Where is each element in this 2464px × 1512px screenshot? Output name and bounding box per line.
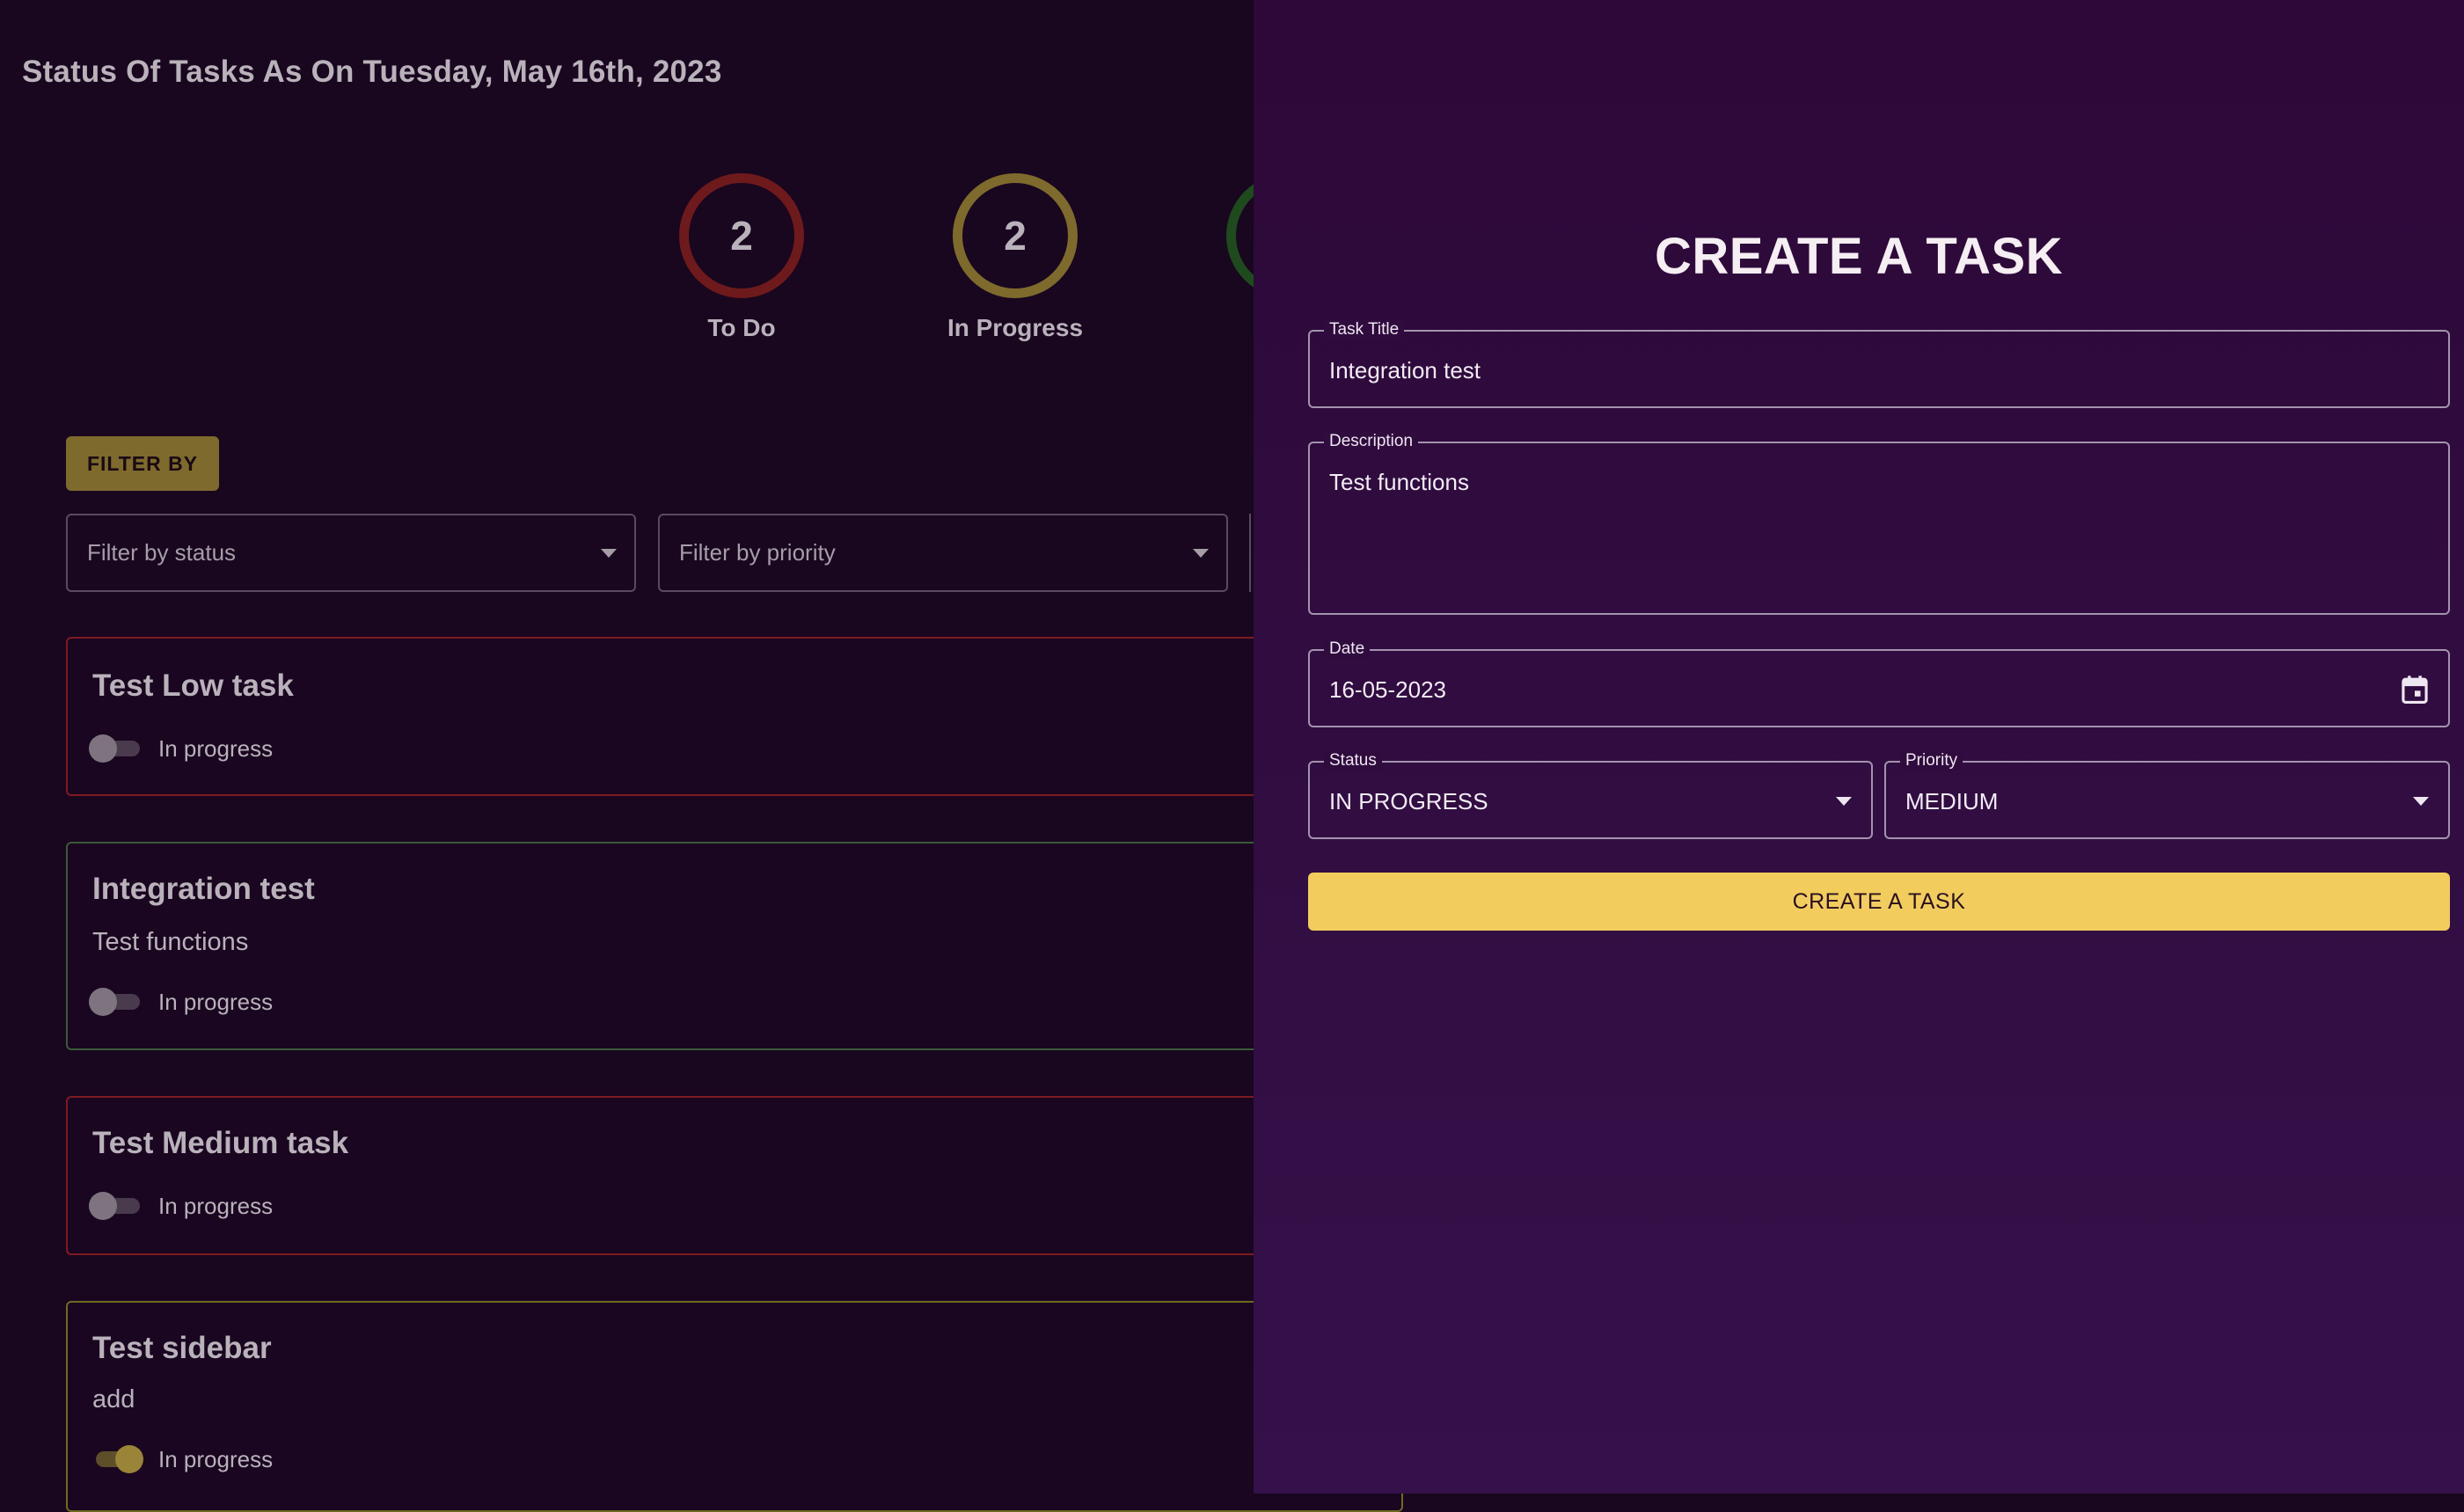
status-toggle[interactable] <box>89 1442 145 1475</box>
status-label: In progress <box>158 1193 274 1219</box>
task-title-input[interactable]: Integration test <box>1329 357 1481 384</box>
create-task-drawer: CREATE A TASK <box>1254 0 2464 1494</box>
chevron-down-icon <box>2413 797 2429 806</box>
task-description: add <box>92 1385 135 1413</box>
priority-select[interactable]: Priority MEDIUM <box>1884 751 2450 839</box>
chevron-down-icon <box>1193 549 1209 558</box>
calendar-icon[interactable] <box>2401 675 2429 705</box>
task-card[interactable]: Test Low task In progress <box>66 637 1403 796</box>
stat-label: In Progress <box>947 314 1084 341</box>
filter-by-button[interactable]: FILTER BY <box>66 436 219 491</box>
drawer-title: CREATE A TASK <box>1654 228 2064 285</box>
task-card[interactable]: Integration test Test functions In progr… <box>66 842 1403 1050</box>
create-task-button[interactable]: CREATE A TASK <box>1308 873 2450 931</box>
task-description: Test functions <box>92 928 249 956</box>
filter-status-select[interactable]: Filter by status <box>66 514 636 592</box>
date-field[interactable]: Date 16-05-2023 <box>1308 639 2450 727</box>
description-textarea[interactable]: Test functions <box>1329 469 1469 496</box>
stat-ring: 2 <box>953 173 1078 298</box>
stat-label: To Do <box>707 314 776 341</box>
page-title: Status Of Tasks As On Tuesday, May 16th,… <box>22 55 722 89</box>
status-label: In progress <box>158 989 274 1015</box>
stat-in-progress: 2 In Progress <box>927 173 1103 342</box>
priority-value: MEDIUM <box>1905 788 1999 814</box>
task-card[interactable]: Test Medium task In progress <box>66 1096 1403 1255</box>
chevron-down-icon <box>1836 797 1852 806</box>
status-label: In progress <box>158 735 274 762</box>
date-input[interactable]: 16-05-2023 <box>1329 676 1446 704</box>
task-card[interactable]: Test sidebar add In progress <box>66 1301 1403 1512</box>
task-title: Integration test <box>92 872 315 906</box>
field-label: Status <box>1324 751 1382 771</box>
stat-ring: 2 <box>679 173 804 298</box>
status-toggle[interactable] <box>89 984 145 1018</box>
status-toggle[interactable] <box>89 1188 145 1222</box>
filter-status-placeholder: Filter by status <box>87 539 237 566</box>
task-title: Test sidebar <box>92 1331 272 1365</box>
task-title: Test Low task <box>92 668 294 703</box>
filter-priority-select[interactable]: Filter by priority <box>658 514 1228 592</box>
task-title-field[interactable]: Task Title Integration test <box>1308 320 2450 408</box>
filter-priority-placeholder: Filter by priority <box>679 539 836 566</box>
field-label: Date <box>1324 639 1371 659</box>
task-title: Test Medium task <box>92 1126 349 1160</box>
chevron-down-icon <box>601 549 617 558</box>
status-value: IN PROGRESS <box>1329 788 1488 814</box>
stat-todo: 2 To Do <box>654 173 830 342</box>
field-label: Task Title <box>1324 320 1405 340</box>
status-label: In progress <box>158 1446 274 1472</box>
field-label: Description <box>1324 432 1419 451</box>
status-toggle[interactable] <box>89 731 145 764</box>
status-select[interactable]: Status IN PROGRESS <box>1308 751 1873 839</box>
field-label: Priority <box>1900 751 1963 771</box>
description-field[interactable]: Description Test functions <box>1308 432 2450 615</box>
